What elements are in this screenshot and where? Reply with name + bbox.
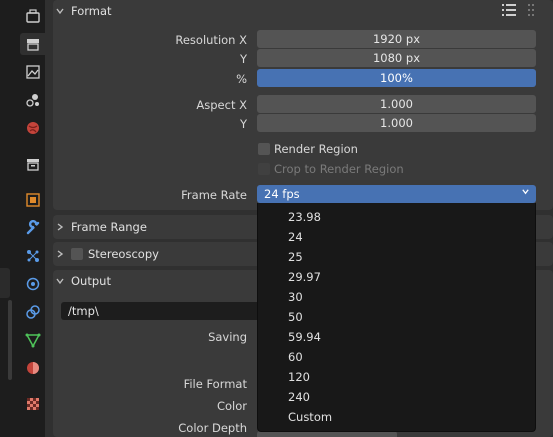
chevron-down-icon [521, 187, 530, 199]
list-menu-icon[interactable] [501, 2, 517, 21]
frame-rate-select[interactable]: 24 fps [257, 185, 536, 203]
render-icon [26, 39, 39, 51]
resolution-y-field[interactable]: 1080 px [257, 49, 536, 67]
format-title: Format [71, 4, 112, 18]
particles-tab[interactable] [22, 245, 44, 267]
output-icon [26, 65, 40, 79]
view-layer-icon [26, 94, 39, 107]
frame-rate-option[interactable]: 23.98 [288, 210, 321, 224]
aspect-y-field[interactable]: 1.000 [257, 114, 536, 132]
crop-region-label: Crop to Render Region [274, 162, 404, 176]
stereoscopy-title: Stereoscopy [88, 247, 159, 261]
chevron-right-icon [53, 222, 67, 232]
world-icon [27, 122, 39, 134]
file-format-label: File Format [183, 377, 247, 391]
particles-icon [27, 250, 39, 262]
modifier-icon [26, 220, 40, 235]
color-depth-label: Color Depth [178, 421, 247, 435]
material-tab[interactable] [22, 357, 44, 379]
object-tab[interactable] [22, 189, 44, 211]
modifier-tab[interactable] [22, 217, 44, 239]
material-icon [27, 362, 39, 374]
view-layer-tab[interactable] [22, 89, 44, 111]
properties-tab-bar [0, 0, 45, 437]
tool-icon [26, 9, 40, 23]
frame-rate-option[interactable]: 120 [288, 370, 310, 384]
output-title: Output [71, 274, 111, 288]
resolution-y-label: Y [239, 52, 247, 66]
frame-range-title: Frame Range [71, 220, 147, 234]
frame-rate-option[interactable]: 60 [288, 350, 303, 364]
physics-tab[interactable] [22, 273, 44, 295]
color-label: Color [216, 399, 247, 413]
object-icon [26, 193, 40, 207]
stereoscopy-checkbox[interactable] [71, 248, 83, 260]
constraints-tab[interactable] [22, 301, 44, 323]
format-header[interactable]: Format [53, 0, 553, 22]
frame-rate-label: Frame Rate [181, 188, 247, 202]
chevron-down-icon [53, 276, 67, 286]
drag-handle-icon[interactable] [526, 2, 536, 21]
resolution-x-field[interactable]: 1920 px [257, 30, 536, 48]
tool-tab[interactable] [22, 5, 44, 27]
frame-rate-dropdown: 23.98 24 25 29.97 30 50 59.94 60 120 240… [257, 203, 536, 432]
constraints-icon [26, 305, 40, 319]
frame-rate-option[interactable]: 24 [288, 230, 303, 244]
frame-rate-option[interactable]: 30 [288, 290, 303, 304]
editor-edge-handle[interactable] [0, 268, 10, 298]
aspect-x-label: Aspect X [196, 98, 247, 112]
frame-rate-option[interactable]: 50 [288, 310, 303, 324]
output-tab[interactable] [22, 61, 44, 83]
render-tab[interactable] [20, 33, 45, 55]
saving-label: Saving [208, 330, 247, 344]
render-region-checkbox[interactable] [258, 143, 270, 155]
collection-tab[interactable] [22, 153, 44, 175]
frame-rate-value: 24 fps [264, 187, 300, 201]
render-region-label: Render Region [274, 142, 358, 156]
frame-rate-option[interactable]: 240 [288, 390, 310, 404]
output-path-field[interactable]: /tmp\ [61, 302, 261, 320]
physics-icon [26, 277, 40, 291]
frame-rate-option[interactable]: 25 [288, 250, 303, 264]
chevron-down-icon [53, 6, 67, 16]
texture-icon [27, 398, 39, 410]
resolution-x-label: Resolution X [175, 33, 247, 47]
resolution-percent-slider[interactable]: 100% [257, 69, 536, 87]
percent-label: % [236, 72, 247, 86]
frame-rate-option[interactable]: 29.97 [288, 270, 321, 284]
texture-tab[interactable] [22, 393, 44, 415]
chevron-right-icon [53, 249, 67, 259]
frame-rate-option-custom[interactable]: Custom [288, 410, 332, 424]
crop-region-checkbox[interactable] [258, 163, 270, 175]
aspect-x-field[interactable]: 1.000 [257, 95, 536, 113]
aspect-y-label: Y [239, 117, 247, 131]
scene-tab[interactable] [22, 117, 44, 139]
data-tab[interactable] [22, 329, 44, 351]
collection-icon [27, 159, 39, 171]
frame-rate-option[interactable]: 59.94 [288, 330, 321, 344]
editor-scroll-edge [8, 300, 12, 380]
data-icon [25, 333, 41, 348]
